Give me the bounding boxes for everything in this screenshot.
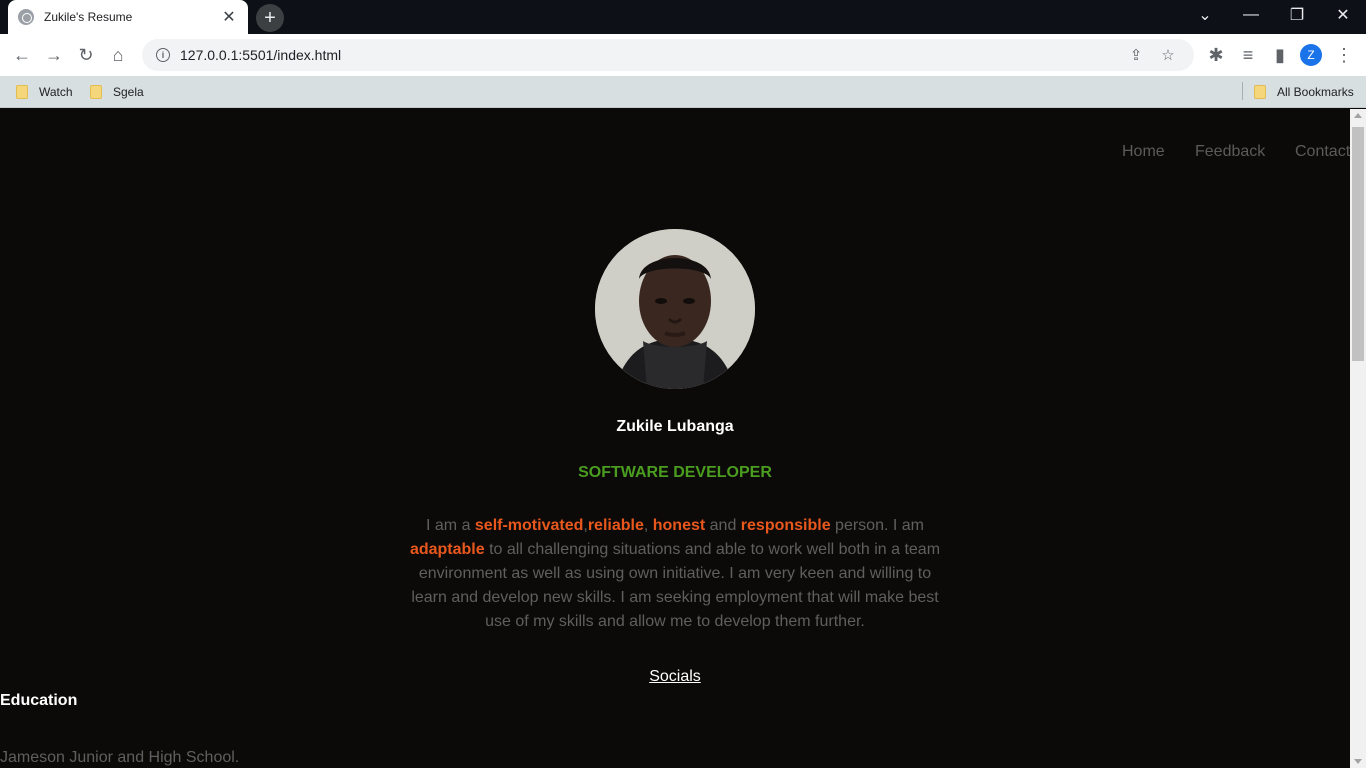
- tab-strip: Zukile's Resume ✕ + ⌄ — ❐ ✕: [0, 0, 1366, 34]
- all-bookmarks[interactable]: All Bookmarks: [1254, 82, 1354, 102]
- bookmark-label: Watch: [39, 85, 73, 99]
- profile-photo: [595, 229, 755, 389]
- menu-icon[interactable]: ⋮: [1328, 39, 1360, 71]
- share-icon[interactable]: ⇪: [1124, 43, 1148, 67]
- nav-home[interactable]: Home: [1122, 143, 1165, 161]
- socials-link[interactable]: Socials: [0, 668, 1350, 686]
- window-close-icon[interactable]: ✕: [1320, 0, 1366, 30]
- nav-feedback[interactable]: Feedback: [1195, 143, 1265, 161]
- reload-icon[interactable]: ↻: [70, 39, 102, 71]
- folder-icon: [1254, 85, 1266, 99]
- bio-highlight: honest: [652, 517, 706, 534]
- bookmarks-separator: [1242, 82, 1243, 100]
- bio-text: and: [705, 517, 741, 534]
- page-scrollbar[interactable]: [1350, 109, 1366, 768]
- bookmark-watch[interactable]: Watch: [16, 82, 73, 102]
- job-title: SOFTWARE DEVELOPER: [578, 464, 772, 481]
- bookmarks-bar: Watch Sgela All Bookmarks: [0, 76, 1366, 108]
- folder-icon: [90, 85, 102, 99]
- bio-highlight: reliable: [587, 517, 644, 534]
- minimize-icon[interactable]: —: [1228, 0, 1274, 30]
- bio-highlight: adaptable: [409, 541, 485, 558]
- education-school: Jameson Junior and High School.: [0, 749, 240, 766]
- bio-text: I am a: [426, 517, 475, 534]
- back-icon[interactable]: ←: [6, 39, 38, 71]
- close-icon[interactable]: ✕: [220, 8, 238, 26]
- address-bar[interactable]: i 127.0.0.1:5501/index.html ⇪ ☆: [142, 39, 1194, 71]
- url-text[interactable]: 127.0.0.1:5501/index.html: [180, 47, 1116, 63]
- browser-toolbar: ← → ↻ ⌂ i 127.0.0.1:5501/index.html ⇪ ☆ …: [0, 34, 1366, 76]
- bookmark-sgela[interactable]: Sgela: [90, 82, 144, 102]
- restore-icon[interactable]: ❐: [1274, 0, 1320, 30]
- extensions-icon[interactable]: ✱: [1200, 39, 1232, 71]
- bio-paragraph: I am a self-motivated,reliable, honest a…: [405, 514, 945, 634]
- scroll-thumb[interactable]: [1352, 127, 1364, 361]
- info-icon[interactable]: i: [156, 48, 170, 62]
- media-icon[interactable]: ≡: [1232, 39, 1264, 71]
- star-icon[interactable]: ☆: [1156, 43, 1180, 67]
- bio-text: person. I am: [830, 517, 924, 534]
- forward-icon[interactable]: →: [38, 39, 70, 71]
- browser-tab[interactable]: Zukile's Resume ✕: [8, 0, 248, 34]
- nav-contact[interactable]: Contact: [1295, 143, 1350, 161]
- bio-highlight: self-motivated: [474, 517, 584, 534]
- globe-icon: [18, 9, 34, 25]
- bio-text: ,: [643, 517, 653, 534]
- new-tab-button[interactable]: +: [256, 4, 284, 32]
- education-heading: Education: [0, 692, 78, 709]
- tab-title: Zukile's Resume: [44, 10, 133, 24]
- home-icon[interactable]: ⌂: [102, 39, 134, 71]
- folder-icon: [16, 85, 28, 99]
- scroll-down-icon[interactable]: [1354, 759, 1362, 764]
- bio-highlight: responsible: [740, 517, 831, 534]
- profile-avatar[interactable]: Z: [1300, 44, 1322, 66]
- page-content: Home Feedback Contact Zukile Lubanga SOF…: [0, 109, 1350, 768]
- person-name: Zukile Lubanga: [616, 418, 734, 435]
- bio-text: to all challenging situations and able t…: [411, 541, 941, 630]
- bookmark-label: All Bookmarks: [1277, 85, 1354, 99]
- tab-search-icon[interactable]: ⌄: [1182, 0, 1228, 30]
- bookmark-label: Sgela: [113, 85, 144, 99]
- side-panel-icon[interactable]: ▮: [1264, 39, 1296, 71]
- scroll-up-icon[interactable]: [1354, 113, 1362, 118]
